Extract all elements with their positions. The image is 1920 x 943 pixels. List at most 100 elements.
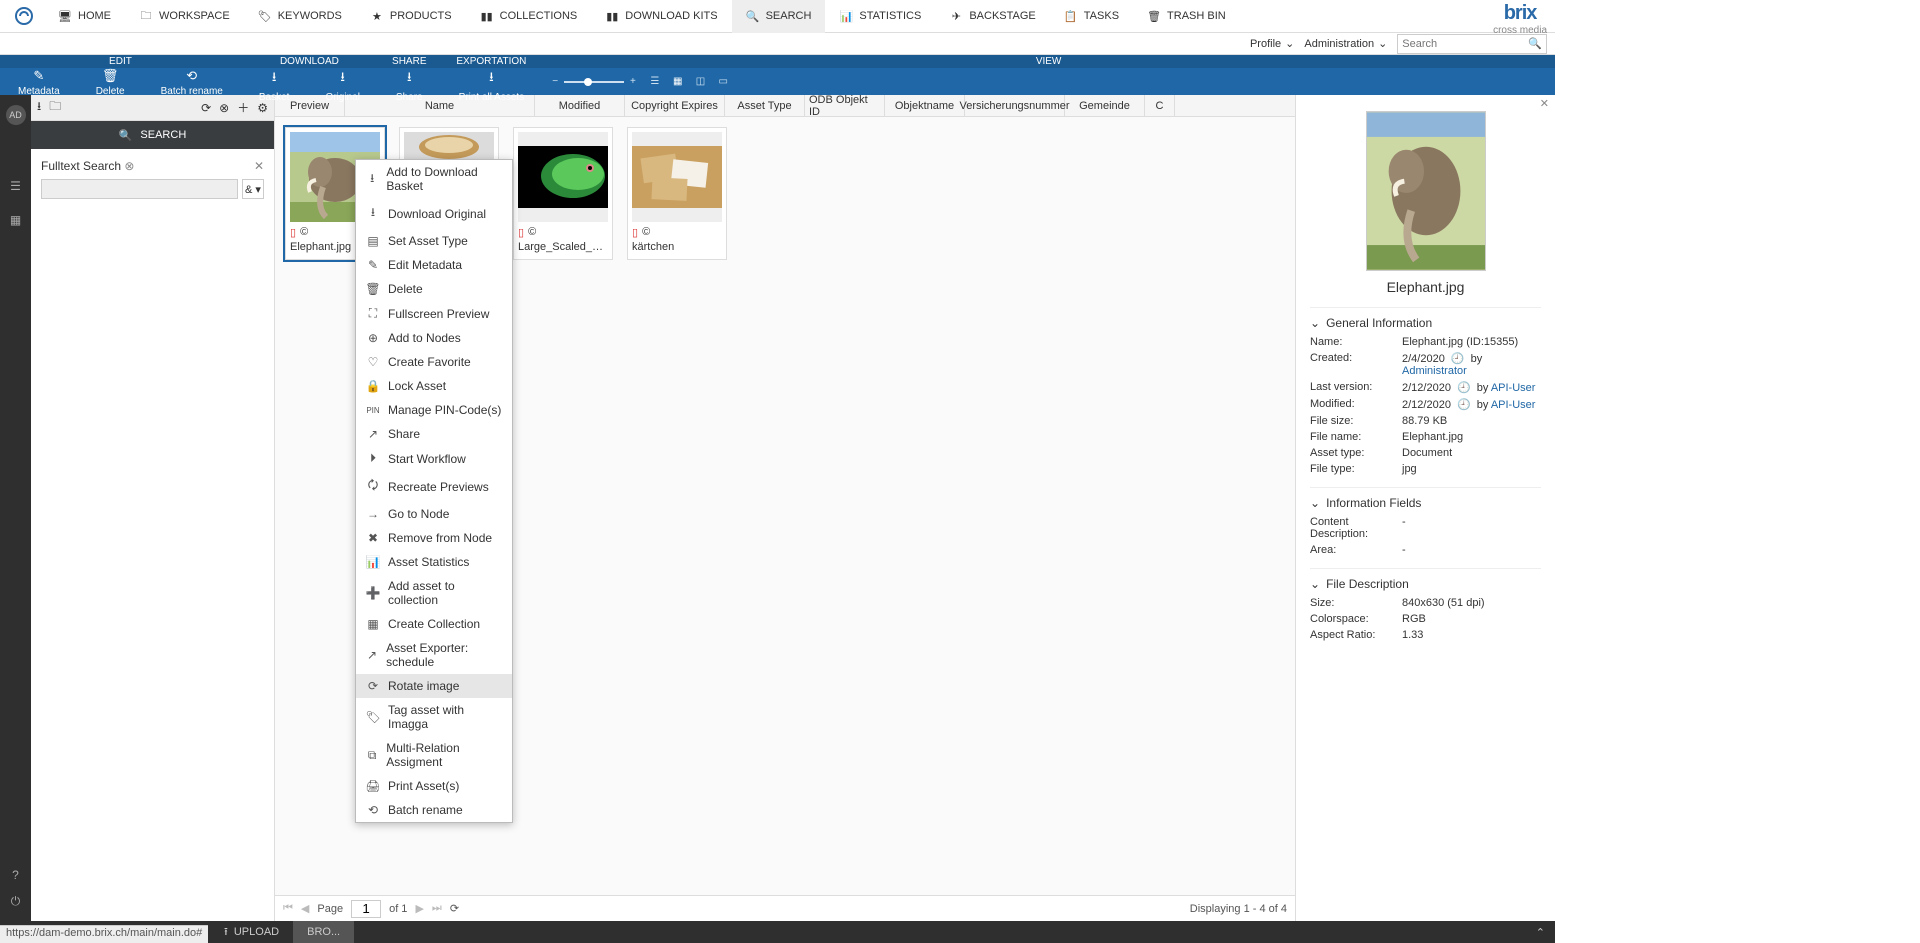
nav-home[interactable]: 🖥HOME (44, 0, 125, 33)
fulltext-operator[interactable]: & ▾ (242, 179, 264, 199)
ctx-multi-relation-assigment[interactable]: ⧉Multi-Relation Assigment (356, 736, 512, 774)
detail-preview[interactable] (1366, 111, 1486, 271)
ctx-fullscreen-preview[interactable]: ⛶Fullscreen Preview (356, 301, 512, 326)
global-search-input[interactable] (1398, 35, 1528, 53)
ctx-add-asset-to-collection[interactable]: ➕Add asset to collection (356, 574, 512, 612)
folder-icon[interactable]: 🗀 (49, 97, 61, 118)
ctx-add-to-download-basket[interactable]: ⭳Add to Download Basket (356, 160, 512, 198)
search-run-button[interactable]: 🔍 SEARCH (31, 121, 274, 149)
user-link[interactable]: Administrator (1402, 365, 1467, 377)
asset-grid[interactable]: ▯© Elephant.jpg ▯© ▯© Large_Scaled_Fores… (275, 117, 1295, 895)
nav-backstage[interactable]: ✈BACKSTAGE (935, 0, 1049, 33)
pager-page-input[interactable] (351, 900, 381, 918)
section-file[interactable]: ⌄File Description (1310, 568, 1541, 591)
print-all-button[interactable]: ⭳Print all Assets (441, 68, 543, 103)
ctx-recreate-previews[interactable]: 🗘Recreate Previews (356, 471, 512, 502)
zoom-in-icon[interactable]: + (630, 76, 636, 87)
zoom-slider[interactable]: − + (552, 76, 636, 87)
ctx-go-to-node[interactable]: →Go to Node (356, 502, 512, 526)
pager-last-icon[interactable]: ⏭ (432, 902, 442, 915)
ctx-edit-metadata[interactable]: ✎Edit Metadata (356, 253, 512, 277)
ctx-batch-rename[interactable]: ⟲Batch rename (356, 798, 512, 822)
asset-card[interactable]: ▯© Large_Scaled_Fores... (513, 127, 613, 260)
admin-dropdown[interactable]: Administration⌄ (1304, 37, 1387, 50)
basket-button[interactable]: ⭳Basket (241, 68, 308, 103)
close-icon[interactable]: ✕ (254, 159, 264, 173)
pager-refresh-icon[interactable]: ⟳ (450, 902, 459, 915)
asset-thumb[interactable] (632, 132, 722, 222)
col-objektname[interactable]: Objektname (885, 95, 965, 116)
ctx-add-to-nodes[interactable]: ⊕Add to Nodes (356, 326, 512, 350)
ctx-set-asset-type[interactable]: ▤Set Asset Type (356, 229, 512, 253)
share-button[interactable]: ⭳Share (378, 68, 441, 103)
ctx-share[interactable]: ↗Share (356, 422, 512, 446)
nav-trash-bin[interactable]: 🗑TRASH BIN (1133, 0, 1240, 33)
ctx-asset-exporter-schedule[interactable]: ↗Asset Exporter: schedule (356, 636, 512, 674)
pager-prev-icon[interactable]: ◀ (301, 902, 309, 915)
rail-layers-icon[interactable]: ☰ (10, 179, 21, 193)
chevron-up-icon[interactable]: ⌃ (1526, 926, 1555, 939)
view-split-icon[interactable]: ◫ (691, 74, 709, 90)
original-button[interactable]: ⭳Original (307, 68, 377, 103)
col-asset-type[interactable]: Asset Type (725, 95, 805, 116)
fulltext-input[interactable] (41, 179, 238, 199)
col-versicherungsnummer[interactable]: Versicherungsnummer (965, 95, 1065, 116)
ctx-tag-asset-with-imagga[interactable]: 🏷Tag asset with Imagga (356, 698, 512, 736)
zoom-out-icon[interactable]: − (552, 76, 558, 87)
app-logo[interactable] (12, 4, 36, 28)
close-icon[interactable]: ✕ (1540, 97, 1549, 109)
pager-next-icon[interactable]: ▶ (415, 902, 423, 915)
action-label: Metadata (18, 86, 60, 97)
view-list-icon[interactable]: ☰ (646, 74, 664, 90)
ctx-remove-from-node[interactable]: ✖Remove from Node (356, 526, 512, 550)
ctx-start-workflow[interactable]: ⏵Start Workflow (356, 446, 512, 471)
batch-rename-button[interactable]: ⟲Batch rename (143, 68, 241, 97)
col-c[interactable]: C (1145, 95, 1175, 116)
nav-statistics[interactable]: 📊STATISTICS (825, 0, 935, 33)
asset-card[interactable]: ▯© kärtchen (627, 127, 727, 260)
global-search[interactable]: 🔍 (1397, 34, 1547, 54)
asset-thumb[interactable] (404, 132, 494, 162)
ctx-lock-asset[interactable]: 🔒Lock Asset (356, 374, 512, 398)
upload-button[interactable]: ⭱UPLOAD (210, 923, 293, 942)
profile-dropdown[interactable]: Profile⌄ (1250, 37, 1294, 50)
section-general[interactable]: ⌄General Information (1310, 307, 1541, 330)
ctx-manage-pin-code-s-[interactable]: PINManage PIN-Code(s) (356, 398, 512, 422)
col-odb-objekt-id[interactable]: ODB Objekt ID (805, 95, 885, 116)
nav-workspace[interactable]: 🗀WORKSPACE (125, 0, 244, 33)
rail-help-icon[interactable]: ? (12, 868, 19, 882)
ctx-rotate-image[interactable]: ⟳Rotate image (356, 674, 512, 698)
nav-products[interactable]: ★PRODUCTS (356, 0, 466, 33)
search-icon[interactable]: 🔍 (1528, 37, 1542, 50)
view-grid-icon[interactable]: ▦ (669, 74, 687, 90)
col-copyright-expires[interactable]: Copyright Expires (625, 95, 725, 116)
clear-icon[interactable]: ⊗ (219, 101, 229, 115)
download-icon[interactable]: ⭳ (37, 97, 41, 118)
ctx-create-collection[interactable]: ▦Create Collection (356, 612, 512, 636)
view-detail-icon[interactable]: ▭ (714, 74, 732, 90)
nav-collections[interactable]: ▮▮COLLECTIONS (466, 0, 592, 33)
col-modified[interactable]: Modified (535, 95, 625, 116)
user-link[interactable]: API-User (1491, 382, 1536, 394)
refresh-icon[interactable]: ⟳ (201, 101, 211, 115)
avatar[interactable]: AD (6, 105, 26, 125)
rail-power-icon[interactable]: ⏻ (11, 894, 21, 909)
ctx-print-asset-s-[interactable]: 🖨Print Asset(s) (356, 774, 512, 798)
nav-keywords[interactable]: 🏷KEYWORDS (244, 0, 356, 33)
ctx-asset-statistics[interactable]: 📊Asset Statistics (356, 550, 512, 574)
ctx-create-favorite[interactable]: ♡Create Favorite (356, 350, 512, 374)
metadata-button[interactable]: ✎Metadata (0, 68, 78, 97)
rail-workspace-icon[interactable]: ▦ (10, 213, 21, 227)
nav-download-kits[interactable]: ▮▮DOWNLOAD KITS (591, 0, 731, 33)
ctx-download-original[interactable]: ⭳Download Original (356, 198, 512, 229)
browser-tab[interactable]: BRO... (293, 921, 354, 943)
asset-thumb[interactable] (518, 132, 608, 222)
delete-button[interactable]: 🗑Delete (78, 68, 143, 97)
section-info[interactable]: ⌄Information Fields (1310, 487, 1541, 510)
col-gemeinde[interactable]: Gemeinde (1065, 95, 1145, 116)
nav-tasks[interactable]: 📋TASKS (1050, 0, 1133, 33)
user-link[interactable]: API-User (1491, 399, 1536, 411)
nav-search[interactable]: 🔍SEARCH (732, 0, 826, 33)
ctx-delete[interactable]: 🗑Delete (356, 277, 512, 301)
pager-first-icon[interactable]: ⏮ (283, 902, 293, 915)
